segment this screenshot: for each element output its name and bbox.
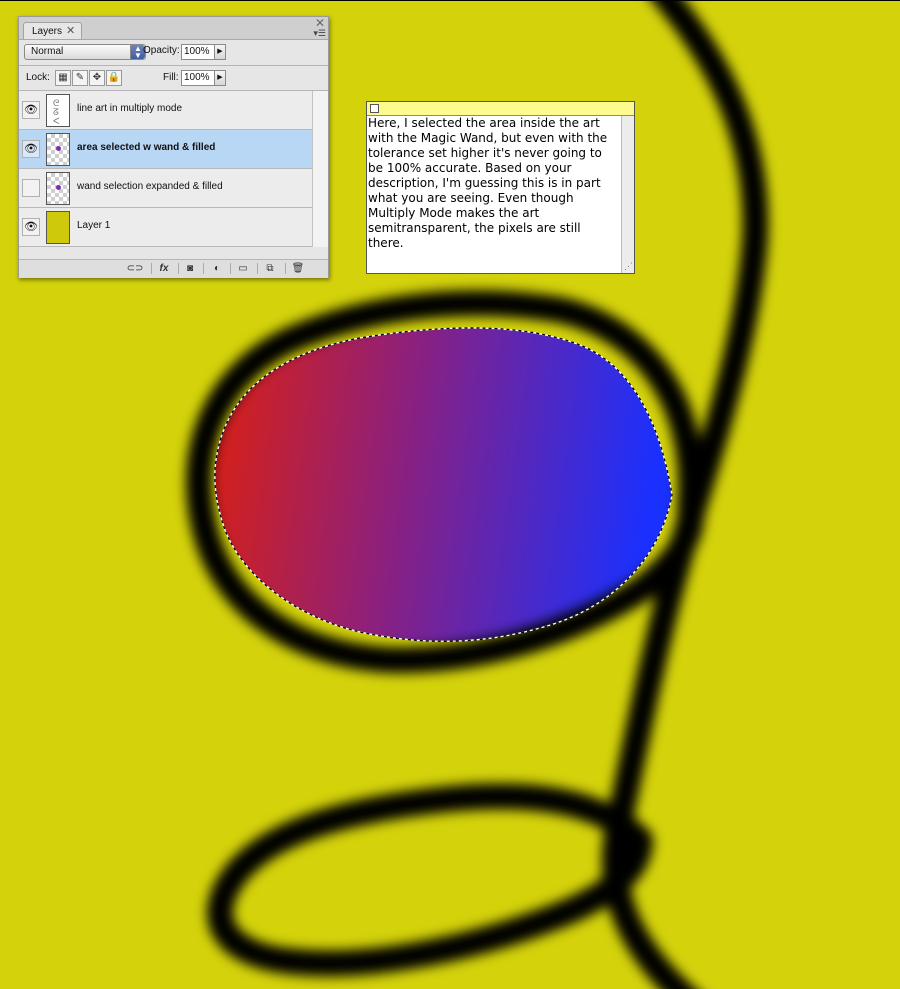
layer-name: wand selection expanded & filled	[77, 181, 223, 192]
blend-mode-select[interactable]: Normal ▲ ▼	[24, 44, 146, 60]
line-art-thumb-icon: ᘓᘔᐸ	[53, 98, 60, 126]
layer-thumbnail: ᘓᘔᐸ	[46, 94, 70, 127]
lock-position-icon[interactable]: ✥	[89, 70, 105, 86]
mask-icon[interactable]: ◙	[182, 262, 198, 275]
lock-image-icon[interactable]: ✎	[72, 70, 88, 86]
eye-icon[interactable]: 👁	[22, 140, 40, 158]
opacity-slider-arrow-icon[interactable]: ▶	[214, 44, 226, 60]
annotation-note[interactable]: Here, I selected the area inside the art…	[366, 101, 635, 274]
layer-name: line art in multiply mode	[77, 103, 183, 114]
eye-icon[interactable]: 👁	[22, 101, 40, 119]
trash-icon[interactable]: 🗑	[290, 262, 306, 275]
layers-panel: Layers ✕ ✕ ▾☰ Normal ▲ ▼ Opacity: 100% ▶ L…	[18, 16, 329, 278]
fill-slider-arrow-icon[interactable]: ▶	[214, 70, 226, 86]
blend-row: Normal ▲ ▼ Opacity: 100% ▶	[19, 40, 328, 64]
layer-row-selected[interactable]: 👁 area selected w wand & filled	[19, 130, 312, 169]
layer-thumbnail	[46, 133, 70, 166]
eye-icon[interactable]: 👁	[22, 218, 40, 236]
lock-transparent-icon[interactable]: ▦	[55, 70, 71, 86]
fx-icon[interactable]: fx	[155, 262, 173, 275]
tab-layers[interactable]: Layers ✕	[23, 22, 83, 39]
layers-toolbar: ⊂⊃ fx ◙ ◐ ▭ ⧉ 🗑	[19, 259, 328, 278]
opacity-input[interactable]: 100%	[181, 44, 215, 60]
new-layer-icon[interactable]: ⧉	[262, 262, 278, 275]
visibility-toggle-empty[interactable]	[22, 179, 40, 197]
layer-name: area selected w wand & filled	[77, 142, 216, 153]
layer-name: Layer 1	[77, 220, 111, 231]
divider	[19, 65, 328, 66]
fill-label: Fill:	[163, 72, 179, 83]
layer-row[interactable]: 👁 ᘓᘔᐸ line art in multiply mode	[19, 91, 312, 130]
layer-thumbnail	[46, 211, 70, 244]
layer-thumbnail	[46, 172, 70, 205]
layer-row[interactable]: 👁 Layer 1	[19, 208, 312, 247]
panel-menu-icon[interactable]: ▾☰	[313, 28, 326, 39]
note-scrollbar[interactable]	[621, 116, 634, 273]
opacity-label: Opacity:	[143, 45, 180, 56]
link-icon[interactable]: ⊂⊃	[124, 262, 146, 275]
adjustment-icon[interactable]: ◐	[209, 262, 225, 275]
layers-list: 👁 ᘓᘔᐸ line art in multiply mode 👁 area s…	[19, 91, 312, 247]
filled-selection-area	[214, 327, 672, 642]
note-close-box[interactable]	[370, 104, 379, 113]
layers-scrollbar[interactable]	[312, 91, 328, 247]
layer-row[interactable]: wand selection expanded & filled	[19, 169, 312, 208]
note-title-bar[interactable]	[367, 102, 634, 116]
close-tab-icon[interactable]: ✕	[66, 25, 75, 37]
lock-label: Lock:	[26, 72, 50, 83]
folder-icon[interactable]: ▭	[235, 262, 251, 275]
lock-row: Lock: ▦ ✎ ✥ 🔒 Fill: 100% ▶	[19, 67, 328, 91]
fill-input[interactable]: 100%	[181, 70, 215, 86]
panel-header: Layers ✕ ✕ ▾☰	[19, 16, 328, 40]
lock-all-icon[interactable]: 🔒	[106, 70, 122, 86]
resize-grip-icon[interactable]: ⋰	[624, 261, 633, 272]
note-text: Here, I selected the area inside the art…	[368, 116, 608, 250]
